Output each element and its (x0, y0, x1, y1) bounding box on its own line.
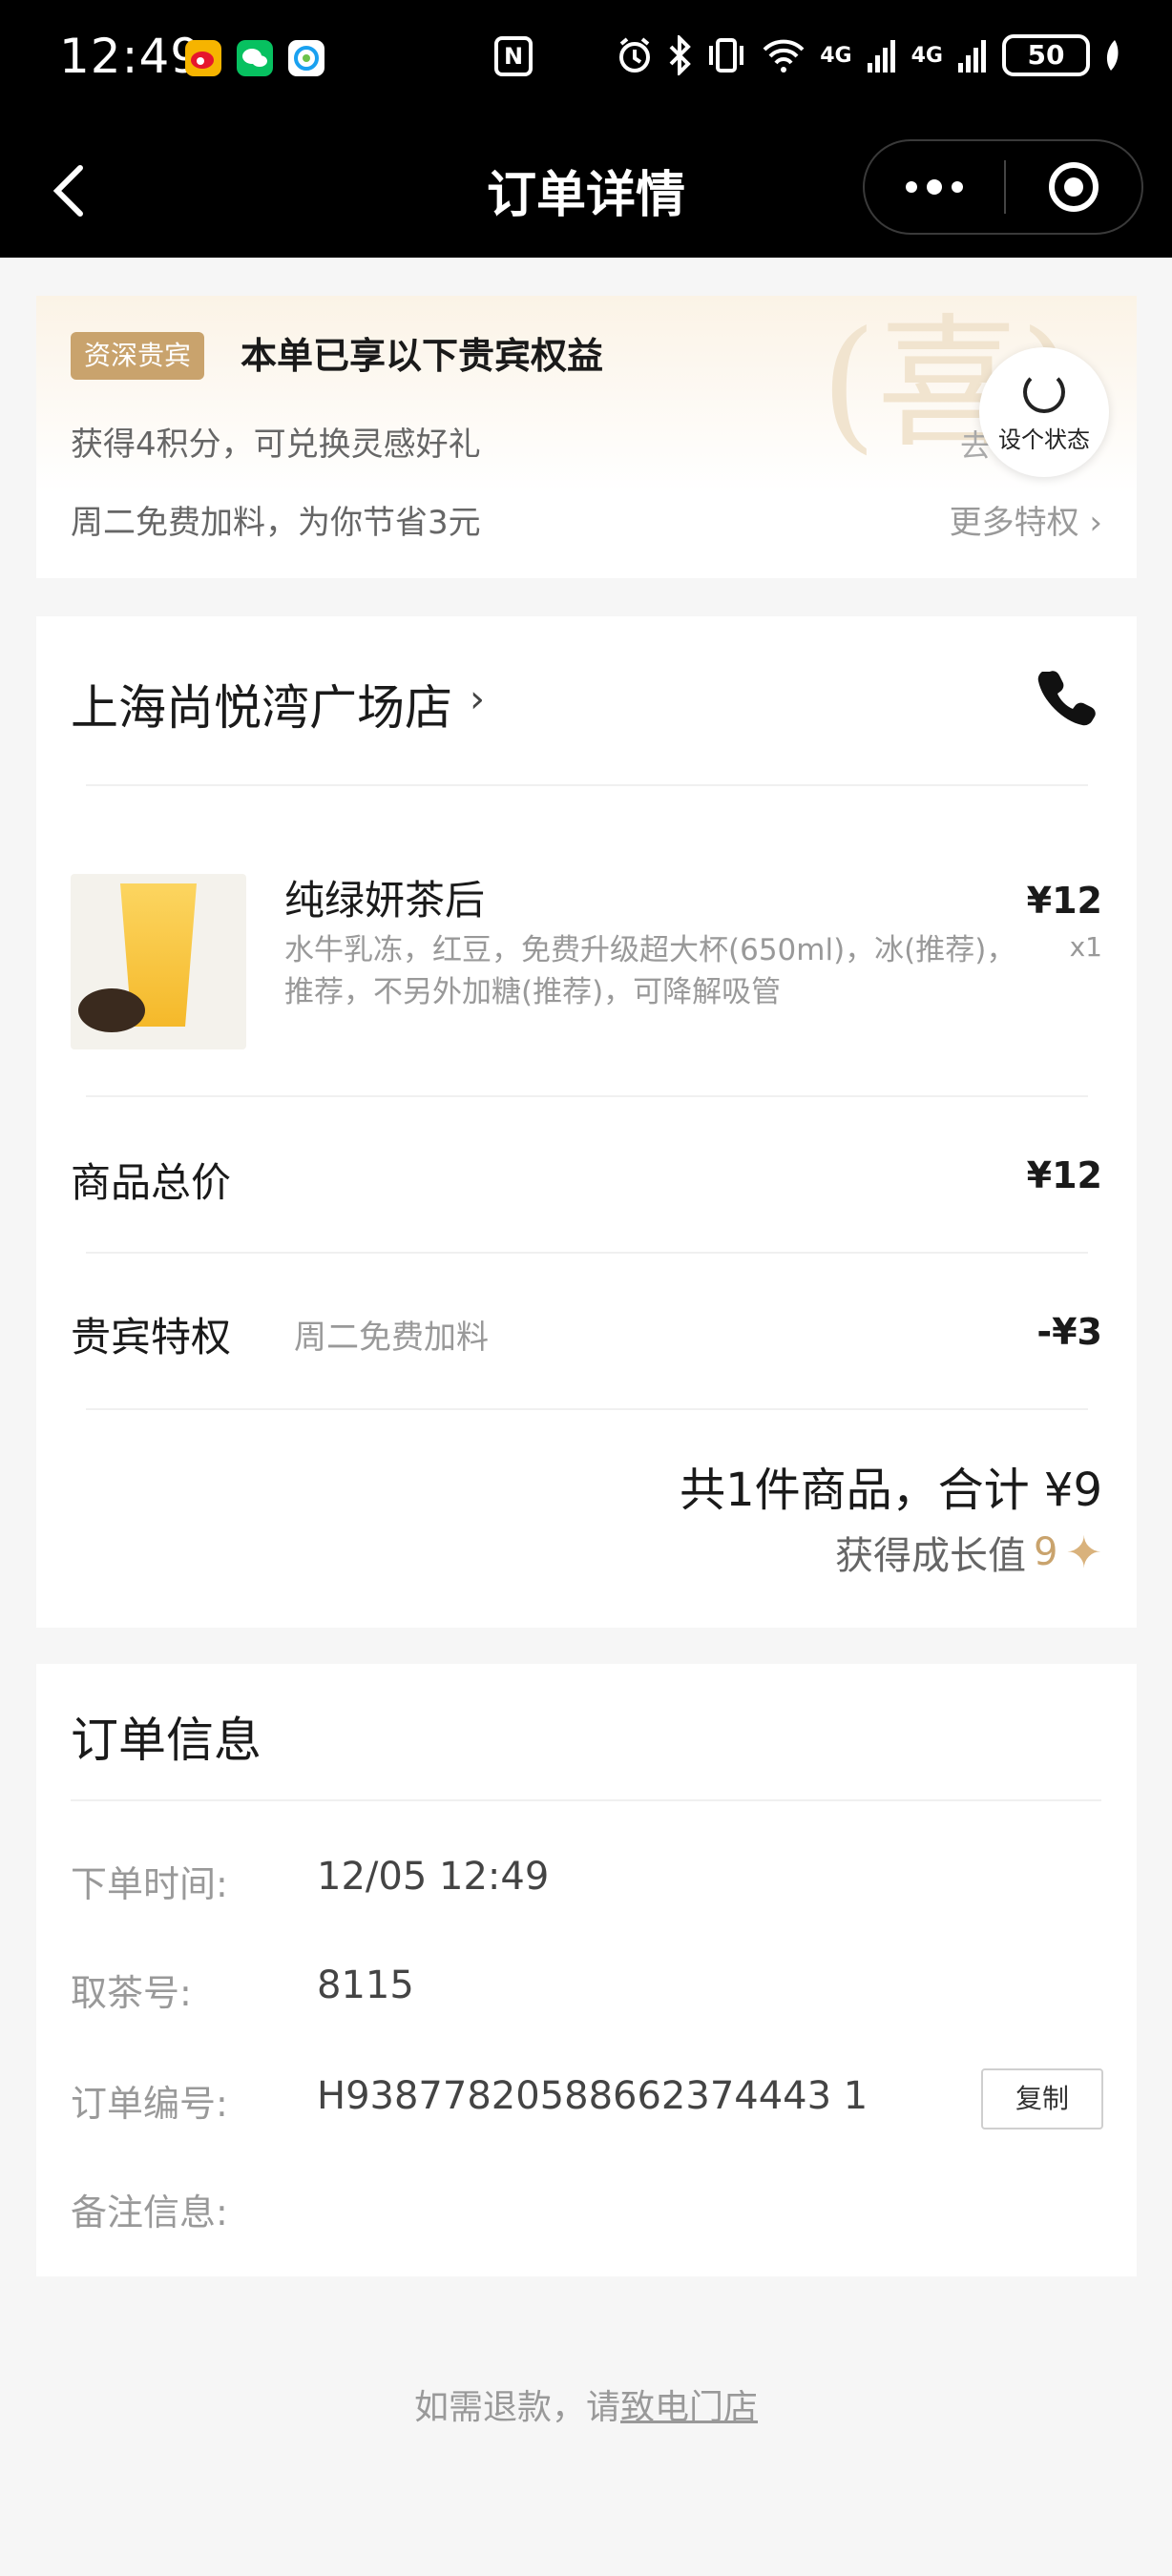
target-icon (1049, 162, 1099, 212)
vip-privileges-card: (喜) 资深贵宾 本单已享以下贵宾权益 获得4积分，可兑换灵感好礼 去 周二免费… (36, 296, 1137, 578)
refund-footer: 如需退款，请致电门店 (0, 2379, 1172, 2429)
vip-privilege-detail: 周二免费加料 (294, 1319, 489, 1357)
set-status-label: 设个状态 (998, 426, 1090, 453)
goods-total-value: ¥12 (1026, 1154, 1102, 1196)
copy-order-number-button[interactable]: 复制 (981, 2068, 1103, 2129)
bluetooth-icon (669, 35, 692, 75)
battery-icon: 50 (1002, 34, 1090, 76)
more-dot-center (927, 179, 942, 195)
status-app-icons (185, 40, 324, 76)
order-time-label: 下单时间: (71, 1863, 228, 1905)
more-dot-right (952, 181, 963, 193)
mini-program-capsule (863, 139, 1143, 235)
points-benefit-text: 获得4积分，可兑换灵感好礼 (71, 426, 481, 464)
more-dots-icon (906, 181, 917, 193)
divider (86, 784, 1088, 786)
wifi-icon (763, 39, 805, 73)
status-ring-icon (1023, 370, 1065, 413)
vibrate-icon (709, 38, 744, 73)
product-image (71, 874, 246, 1049)
goods-total-label: 商品总价 (71, 1159, 232, 1206)
order-number-value: H93877820588662374443 1 (317, 2074, 869, 2118)
tea-leaves-shape (78, 988, 145, 1032)
free-topping-benefit-text: 周二免费加料，为你节省3元 (71, 504, 481, 542)
more-menu-button[interactable] (865, 141, 1004, 233)
close-mini-program-button[interactable] (1006, 141, 1141, 233)
status-time: 12:49 (59, 29, 202, 84)
order-total: 共1件商品，合计 ¥9 (680, 1464, 1102, 1517)
nfc-icon: N (494, 36, 533, 76)
growth-value-row: 获得成长值 9 ✦ (835, 1525, 1102, 1580)
set-status-button[interactable]: 设个状态 (979, 347, 1109, 477)
product-quantity: x1 (1069, 931, 1102, 963)
nav-bar: 订单详情 (0, 116, 1172, 258)
network-type-1: 4G (820, 43, 852, 68)
growth-label: 获得成长值 (835, 1534, 1026, 1578)
divider (86, 1408, 1088, 1410)
pickup-number-value: 8115 (317, 1963, 414, 2007)
weibo-icon (185, 40, 221, 76)
order-info-title: 订单信息 (71, 1713, 262, 1768)
wechat-icon (237, 40, 273, 76)
photo-icon (288, 40, 324, 76)
growth-value: 9 (1034, 1530, 1058, 1574)
product-name: 纯绿妍茶后 (284, 877, 486, 924)
order-card: 上海尚悦湾广场店 › 纯绿妍茶后 水牛乳冻，红豆，免费升级超大杯(650ml)，… (36, 616, 1137, 1628)
signal-icon-2 (958, 40, 986, 73)
status-right-icons: 4G 4G 50 (616, 34, 1122, 76)
status-bar: 12:49 N 4G 4G 50 (0, 0, 1172, 116)
phone-icon[interactable] (1036, 666, 1098, 727)
sparkle-icon: ✦ (1065, 1527, 1102, 1578)
order-info-card: 订单信息 下单时间: 12/05 12:49 取茶号: 8115 订单编号: H… (36, 1664, 1137, 2276)
refund-text: 如需退款，请 (413, 2388, 620, 2427)
divider (86, 1095, 1088, 1097)
network-type-2: 4G (910, 43, 943, 68)
product-price: ¥12 (1026, 880, 1102, 922)
order-number-label: 订单编号: (71, 2083, 228, 2125)
divider (86, 1252, 1088, 1254)
chevron-right-icon[interactable]: › (470, 677, 485, 721)
vip-level-badge: 资深贵宾 (71, 332, 205, 380)
order-time-value: 12/05 12:49 (317, 1855, 550, 1899)
vip-privilege-label: 贵宾特权 (71, 1314, 232, 1361)
privileges-title: 本单已享以下贵宾权益 (241, 335, 604, 377)
remark-label: 备注信息: (71, 2192, 228, 2233)
leaf-icon (1106, 40, 1119, 71)
pickup-number-label: 取茶号: (71, 1972, 192, 2014)
product-options: 水牛乳冻，红豆，免费升级超大杯(650ml)，冰(推荐)，推荐，不另外加糖(推荐… (284, 933, 1016, 1009)
alarm-icon (619, 37, 651, 73)
vip-discount-value: -¥3 (1036, 1311, 1102, 1353)
store-name-link[interactable]: 上海尚悦湾广场店 (71, 670, 452, 738)
divider (71, 1799, 1101, 1801)
more-privileges-link[interactable]: 更多特权 › (950, 496, 1102, 543)
signal-icon (867, 40, 895, 73)
call-store-link[interactable]: 致电门店 (620, 2388, 758, 2427)
